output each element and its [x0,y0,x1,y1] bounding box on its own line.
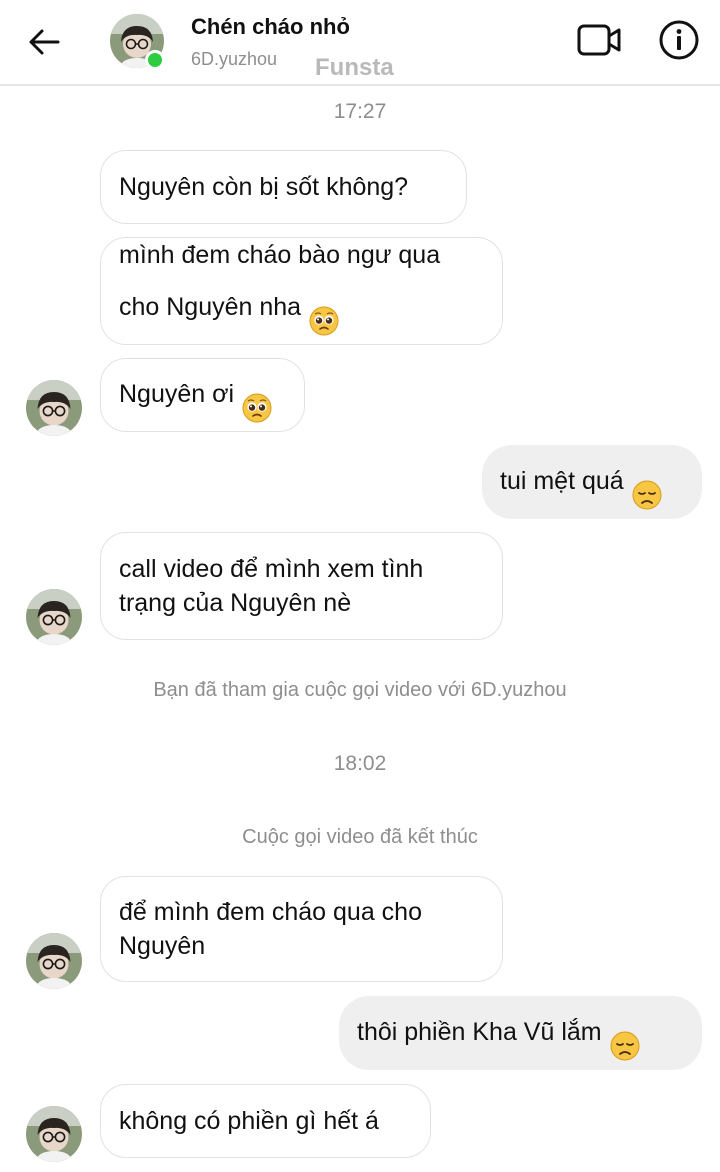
pleading-face-icon [242,393,272,422]
incoming-message[interactable]: call video để mình xem tình trạng của Ng… [100,532,503,640]
contact-username: 6D.yuzhou [191,49,278,69]
timestamp: 18:02 [333,752,387,775]
call-joined-notice: Bạn đã tham gia cuộc gọi video với 6D.yu… [153,679,567,701]
message-text: không có phiền gì hết á [119,1107,379,1135]
message-text: mình đem cháo bào ngư qua cho Nguyên nha [119,238,440,345]
sender-avatar[interactable] [26,933,82,989]
disappointed-face-icon [632,480,662,509]
message-text: call video để mình xem tình trạng của Ng… [119,555,424,617]
disappointed-face-icon [610,1031,640,1060]
message-text: Nguyên còn bị sốt không? [119,173,409,201]
chat-header: Chén cháo nhỏ 6D.yuzhou Funsta [0,0,720,86]
message-text: thôi phiền Kha Vũ lắm [357,997,640,1070]
message-text: để mình đem cháo qua cho Nguyên [119,898,422,960]
online-status-dot [145,50,165,70]
contact-name[interactable]: Chén cháo nhỏ [191,14,350,40]
incoming-message[interactable]: không có phiền gì hết á [100,1084,431,1158]
sender-avatar[interactable] [26,589,82,645]
incoming-message[interactable]: mình đem cháo bào ngư qua cho Nguyên nha [100,237,503,345]
sender-avatar[interactable] [26,1106,82,1162]
call-ended-notice: Cuộc gọi video đã kết thúc [242,826,478,848]
app-watermark: Funsta [315,54,394,81]
info-button[interactable] [654,16,704,64]
outgoing-message[interactable]: tui mệt quá [482,445,702,519]
outgoing-message[interactable]: thôi phiền Kha Vũ lắm [339,996,702,1070]
message-text: Nguyên ơi [119,359,272,432]
sender-avatar[interactable] [26,380,82,436]
back-button[interactable] [22,22,66,62]
message-text: tui mệt quá [500,446,662,519]
incoming-message[interactable]: Nguyên ơi [100,358,305,432]
video-call-button[interactable] [574,18,624,62]
video-camera-icon [577,24,621,56]
pleading-face-icon [309,306,339,335]
info-circle-icon [659,20,699,60]
incoming-message[interactable]: để mình đem cháo qua cho Nguyên [100,876,503,982]
timestamp: 17:27 [333,100,387,123]
arrow-left-icon [29,29,60,55]
incoming-message[interactable]: Nguyên còn bị sốt không? [100,150,467,224]
